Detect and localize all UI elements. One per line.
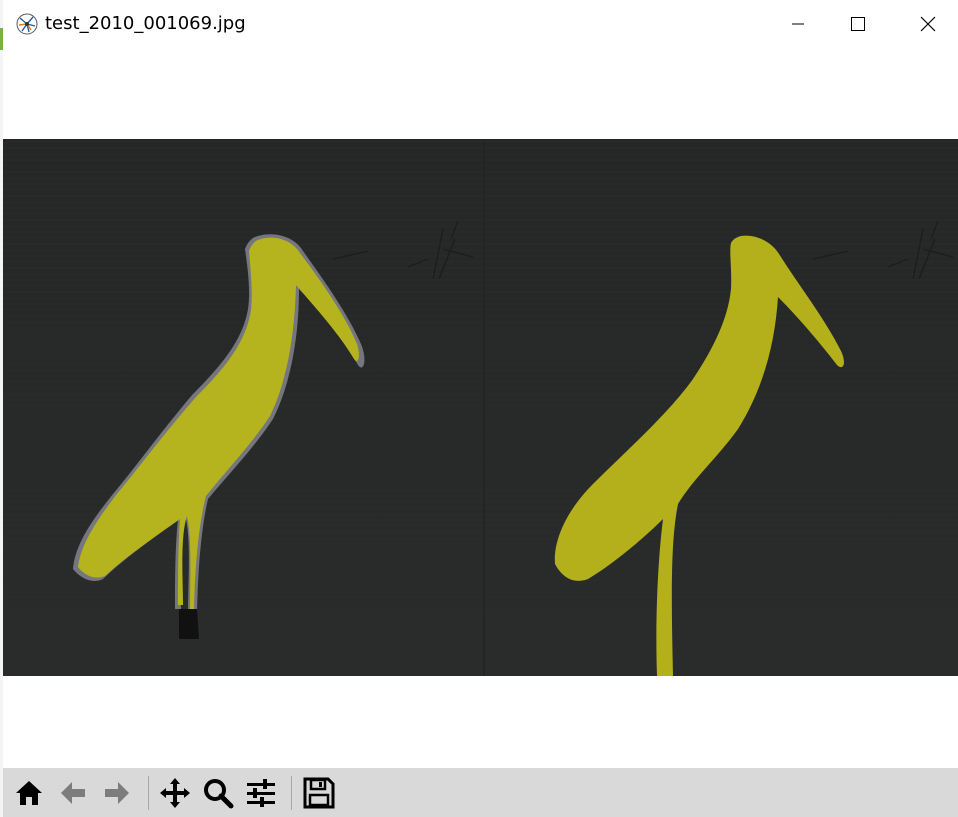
- navigation-toolbar: [3, 768, 958, 817]
- image-display[interactable]: [3, 139, 958, 676]
- figure-canvas[interactable]: [3, 48, 958, 768]
- maximize-icon: [851, 17, 865, 31]
- zoom-button[interactable]: [199, 774, 237, 812]
- save-button[interactable]: [300, 774, 338, 812]
- toolbar-separator: [148, 776, 149, 810]
- arrow-right-icon: [101, 777, 133, 809]
- app-icon: [16, 13, 38, 35]
- title-bar[interactable]: test_2010_001069.jpg: [3, 0, 958, 48]
- floppy-disk-icon: [302, 776, 336, 810]
- pan-button[interactable]: [156, 774, 194, 812]
- close-icon: [920, 16, 936, 32]
- home-icon: [13, 777, 45, 809]
- zoom-icon: [201, 776, 235, 810]
- home-button[interactable]: [10, 774, 48, 812]
- forward-button[interactable]: [98, 774, 136, 812]
- move-icon: [158, 776, 192, 810]
- figure-window: test_2010_001069.jpg: [0, 0, 958, 817]
- back-button[interactable]: [54, 774, 92, 812]
- minimize-icon: [791, 17, 805, 31]
- sliders-icon: [244, 776, 278, 810]
- arrow-left-icon: [57, 777, 89, 809]
- configure-subplots-button[interactable]: [242, 774, 280, 812]
- minimize-button[interactable]: [768, 0, 828, 48]
- window-title: test_2010_001069.jpg: [45, 13, 246, 34]
- maximize-button[interactable]: [828, 0, 888, 48]
- toolbar-separator: [291, 776, 292, 810]
- close-button[interactable]: [898, 0, 958, 48]
